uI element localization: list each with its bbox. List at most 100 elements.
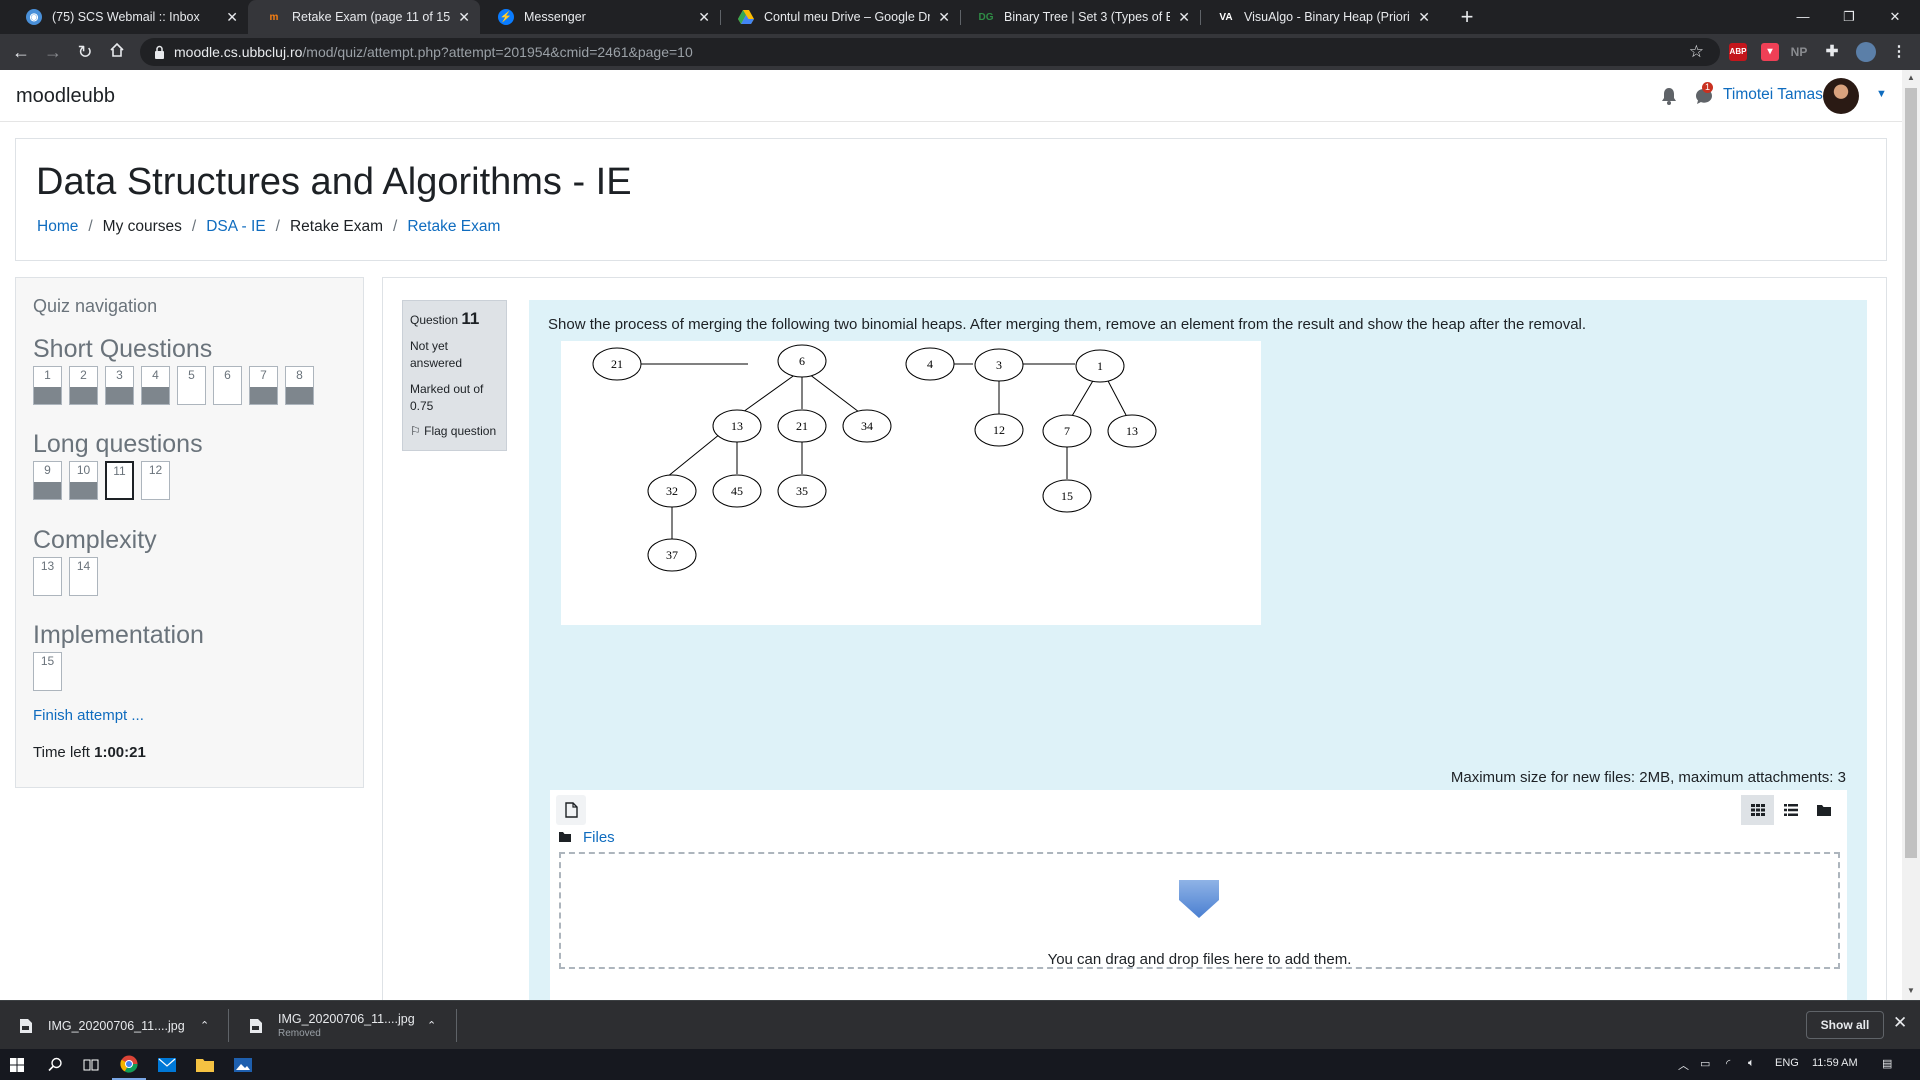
- notification-bell-icon[interactable]: [1661, 87, 1677, 105]
- quiz-nav-question-9[interactable]: 9: [33, 461, 62, 500]
- volume-icon[interactable]: 🔈︎: [1748, 1057, 1755, 1070]
- quiz-nav-question-10[interactable]: 10: [69, 461, 98, 500]
- user-menu-name[interactable]: Timotei Tamas: [1723, 86, 1823, 104]
- breadcrumb-course[interactable]: DSA - IE: [206, 218, 265, 236]
- search-icon[interactable]: [38, 1049, 72, 1080]
- address-bar[interactable]: moodle.cs.ubbcluj.ro/mod/quiz/attempt.ph…: [140, 38, 1720, 66]
- show-all-downloads-button[interactable]: Show all: [1806, 1011, 1884, 1039]
- node-label: 3: [996, 358, 1002, 372]
- file-explorer-icon[interactable]: [188, 1049, 222, 1080]
- tab-visualgo[interactable]: VA VisuAlgo - Binary Heap (Priority ( ✕: [1200, 0, 1440, 34]
- home-icon[interactable]: [105, 40, 129, 64]
- back-arrow-icon[interactable]: ←: [9, 40, 33, 64]
- tab-retake-exam[interactable]: m Retake Exam (page 11 of 15) ✕: [248, 0, 480, 34]
- tab-close-icon[interactable]: ✕: [1178, 9, 1190, 26]
- quiz-nav-question-3[interactable]: 3: [105, 366, 134, 405]
- folder-view-icon[interactable]: [1807, 795, 1840, 825]
- quiz-nav-question-5[interactable]: 5: [177, 366, 206, 405]
- breadcrumb-quiz[interactable]: Retake Exam: [407, 218, 500, 236]
- quiz-nav-question-14[interactable]: 14: [69, 557, 98, 596]
- finish-attempt-link[interactable]: Finish attempt ...: [33, 707, 144, 724]
- quiz-nav-question-2[interactable]: 2: [69, 366, 98, 405]
- tab-close-icon[interactable]: ✕: [226, 9, 238, 26]
- moodle-navbar: moodleubb 1 Timotei Tamas ▼: [0, 70, 1902, 122]
- downloads-bar: IMG_20200706_11....jpg ⌃ IMG_20200706_11…: [0, 1000, 1920, 1049]
- close-window-icon[interactable]: ✕: [1872, 0, 1918, 34]
- quiz-nav-question-8[interactable]: 8: [285, 366, 314, 405]
- reload-icon[interactable]: ↻: [73, 40, 97, 64]
- chrome-taskbar-icon[interactable]: [112, 1049, 146, 1080]
- site-brand[interactable]: moodleubb: [16, 85, 115, 108]
- node-label: 37: [666, 548, 678, 562]
- node-label: 15: [1061, 489, 1073, 503]
- restore-icon[interactable]: ❐: [1826, 0, 1872, 34]
- np-extension-icon[interactable]: NP: [1790, 43, 1808, 61]
- download-item[interactable]: IMG_20200706_11....jpg ⌃: [20, 1001, 220, 1050]
- quiz-nav-question-1[interactable]: 1: [33, 366, 62, 405]
- tab-close-icon[interactable]: ✕: [698, 9, 710, 26]
- adblock-extension-icon[interactable]: ABP: [1729, 43, 1747, 61]
- tree-edge: [742, 373, 797, 413]
- quiz-nav-question-11[interactable]: 11: [105, 461, 134, 500]
- photos-taskbar-icon[interactable]: [226, 1049, 260, 1080]
- close-downloads-icon[interactable]: ✕: [1893, 1013, 1907, 1033]
- user-menu-caret-icon[interactable]: ▼: [1876, 88, 1887, 100]
- breadcrumb-home[interactable]: Home: [37, 218, 78, 236]
- page-scrollbar[interactable]: ▲ ▼: [1902, 70, 1920, 1000]
- download-options-chevron-icon[interactable]: ⌃: [200, 1019, 209, 1032]
- scroll-down-arrow-icon[interactable]: ▼: [1906, 986, 1916, 995]
- quiz-nav-question-6[interactable]: 6: [213, 366, 242, 405]
- scrollbar-thumb[interactable]: [1905, 88, 1917, 858]
- download-item[interactable]: IMG_20200706_11....jpg Removed ⌃: [250, 1001, 450, 1050]
- action-center-icon[interactable]: ▤: [1882, 1057, 1892, 1070]
- windows-start-icon[interactable]: [0, 1049, 34, 1080]
- time-left-label: Time left: [33, 744, 90, 761]
- download-filename: IMG_20200706_11....jpg: [278, 1012, 415, 1026]
- tab-close-icon[interactable]: ✕: [458, 9, 470, 26]
- quiz-nav-question-13[interactable]: 13: [33, 557, 62, 596]
- file-manager: Files You can drag and drop files here t…: [550, 790, 1847, 1000]
- file-icon: [565, 802, 578, 818]
- tab-close-icon[interactable]: ✕: [1418, 9, 1430, 26]
- wifi-icon[interactable]: ◜: [1726, 1057, 1730, 1070]
- add-file-button[interactable]: [556, 795, 586, 825]
- forward-arrow-icon[interactable]: →: [41, 40, 65, 64]
- mail-taskbar-icon[interactable]: [150, 1049, 184, 1080]
- extensions-puzzle-icon[interactable]: ✚: [1823, 43, 1841, 61]
- new-tab-button[interactable]: +: [1454, 4, 1480, 30]
- breadcrumb-separator: /: [275, 218, 280, 235]
- scroll-up-arrow-icon[interactable]: ▲: [1906, 73, 1916, 82]
- node-label: 1: [1097, 359, 1103, 373]
- node-label: 13: [1126, 424, 1138, 438]
- battery-icon[interactable]: ▭: [1700, 1057, 1710, 1070]
- tab-messenger[interactable]: ⚡ Messenger ✕: [480, 0, 720, 34]
- quiz-nav-question-15[interactable]: 15: [33, 652, 62, 691]
- tab-google-drive[interactable]: Contul meu Drive – Google Drive ✕: [720, 0, 960, 34]
- question-content: Show the process of merging the followin…: [529, 300, 1867, 1000]
- flag-question-button[interactable]: ⚐ Flag question: [410, 424, 499, 438]
- visualgo-favicon-icon: VA: [1219, 11, 1233, 23]
- tab-binary-tree[interactable]: DG Binary Tree | Set 3 (Types of Binar ✕: [960, 0, 1200, 34]
- pocket-extension-icon[interactable]: ▾: [1761, 43, 1779, 61]
- file-drop-zone[interactable]: You can drag and drop files here to add …: [559, 852, 1840, 969]
- tab-close-icon[interactable]: ✕: [938, 9, 950, 26]
- tab-webmail[interactable]: ◉ (75) SCS Webmail :: Inbox ✕: [8, 0, 248, 34]
- quiz-nav-question-7[interactable]: 7: [249, 366, 278, 405]
- tab-title: Messenger: [524, 10, 586, 24]
- list-view-icon[interactable]: [1774, 795, 1807, 825]
- tab-title: VisuAlgo - Binary Heap (Priority (: [1244, 10, 1411, 24]
- minimize-icon[interactable]: —: [1780, 0, 1826, 34]
- quiz-nav-question-4[interactable]: 4: [141, 366, 170, 405]
- tray-overflow-chevron-icon[interactable]: ︿: [1678, 1057, 1689, 1073]
- input-language[interactable]: ENG: [1775, 1057, 1799, 1069]
- bookmark-star-icon[interactable]: ☆: [1689, 42, 1704, 62]
- download-options-chevron-icon[interactable]: ⌃: [427, 1019, 436, 1032]
- grid-view-icon[interactable]: [1741, 795, 1774, 825]
- files-folder-link[interactable]: Files: [583, 829, 615, 846]
- quiz-nav-question-12[interactable]: 12: [141, 461, 170, 500]
- profile-avatar-icon[interactable]: [1856, 42, 1876, 62]
- task-view-icon[interactable]: [74, 1049, 108, 1080]
- user-avatar[interactable]: [1823, 78, 1859, 114]
- browser-menu-icon[interactable]: ⋮: [1890, 43, 1908, 61]
- clock[interactable]: 11:59 AM: [1812, 1057, 1858, 1069]
